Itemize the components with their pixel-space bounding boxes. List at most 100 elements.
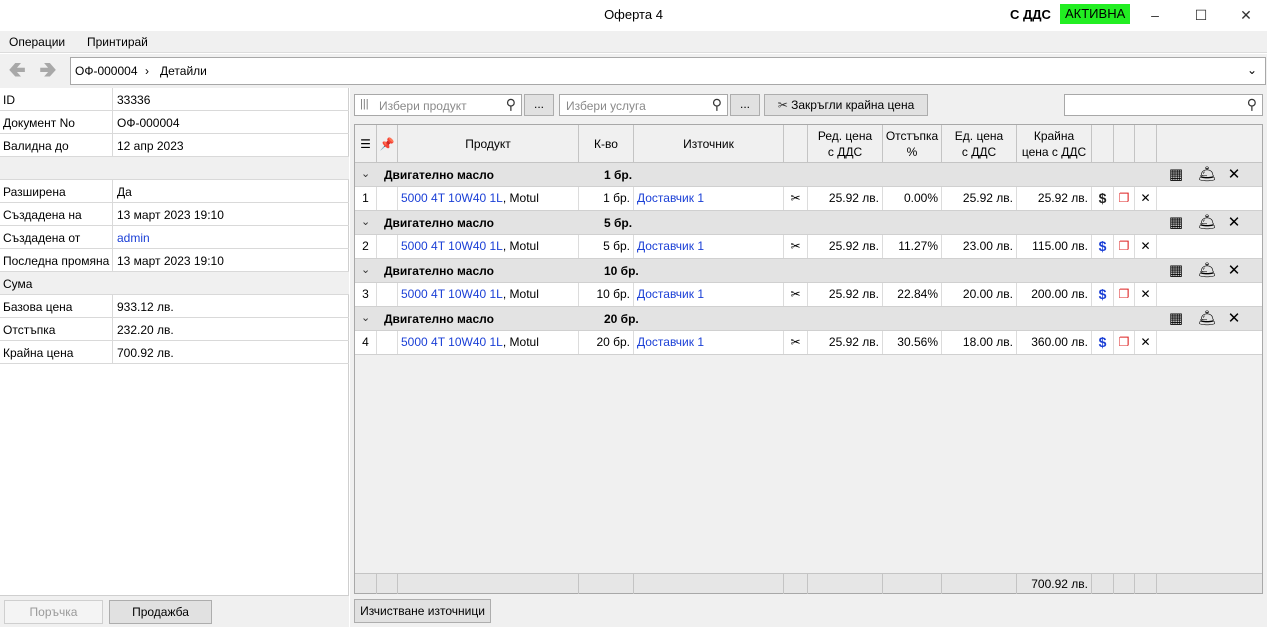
chevron-down-icon[interactable]: ⌄ <box>361 311 370 324</box>
unit-price-cell[interactable]: 23.00 лв. <box>942 235 1017 258</box>
dollar-icon[interactable]: $ <box>1092 331 1114 354</box>
final-price-cell[interactable]: 360.00 лв. <box>1017 331 1092 354</box>
chevron-down-icon[interactable]: ⌄ <box>361 263 370 276</box>
source-link[interactable]: Доставчик 1 <box>637 335 704 349</box>
sale-button[interactable]: Продажба <box>109 600 212 624</box>
col-action-2 <box>1114 125 1135 163</box>
chevron-down-icon[interactable]: ⌄ <box>361 215 370 228</box>
close-icon[interactable]: ✕ <box>1223 0 1267 30</box>
table-row[interactable]: 3 5000 4T 10W40 1L, Motul 10 бр. Доставч… <box>355 283 1262 307</box>
col-discount[interactable]: Отстъпка % <box>883 125 942 163</box>
grid-icon[interactable]: ▦ <box>1166 213 1186 233</box>
price-tag-icon[interactable]: ✂ <box>784 187 808 210</box>
service-bell-icon[interactable]: 🛎 <box>1197 213 1217 233</box>
footer-cell <box>883 574 942 594</box>
dollar-icon[interactable]: $ <box>1092 187 1114 210</box>
final-price-cell[interactable]: 25.92 лв. <box>1017 187 1092 210</box>
menu-operations[interactable]: Операции <box>9 35 65 49</box>
col-qty[interactable]: К-во <box>579 125 634 163</box>
col-source[interactable]: Източник <box>634 125 784 163</box>
service-bell-icon[interactable]: 🛎 <box>1197 165 1217 185</box>
product-link[interactable]: 5000 4T 10W40 1L <box>401 191 503 205</box>
search-icon[interactable]: ⚲ <box>506 96 516 113</box>
price-tag-icon[interactable]: ✂ <box>784 331 808 354</box>
copy-icon[interactable]: ❐ <box>1114 235 1135 258</box>
chevron-down-icon[interactable]: ⌄ <box>361 167 370 180</box>
search-icon[interactable]: ⚲ <box>1247 96 1257 113</box>
price-tag-icon[interactable]: ✂ <box>784 235 808 258</box>
breadcrumb[interactable]: ОФ-000004 › Детайли ⌄ <box>70 57 1266 85</box>
remove-icon[interactable]: ✕ <box>1135 283 1157 306</box>
unit-price-cell[interactable]: 25.92 лв. <box>942 187 1017 210</box>
maximize-icon[interactable]: ☐ <box>1178 0 1224 30</box>
discount-cell[interactable]: 11.27% <box>883 235 942 258</box>
grid-icon[interactable]: ▦ <box>1166 309 1186 329</box>
product-link[interactable]: 5000 4T 10W40 1L <box>401 287 503 301</box>
service-bell-icon[interactable]: 🛎 <box>1197 261 1217 281</box>
remove-icon[interactable]: ✕ <box>1224 213 1244 233</box>
copy-icon[interactable]: ❐ <box>1114 283 1135 306</box>
remove-icon[interactable]: ✕ <box>1135 187 1157 210</box>
col-unit-price[interactable]: Ед. цена с ДДС <box>942 125 1017 163</box>
service-picker[interactable]: Избери услуга ⚲ <box>559 94 728 116</box>
discount-cell[interactable]: 30.56% <box>883 331 942 354</box>
source-link[interactable]: Доставчик 1 <box>637 239 704 253</box>
product-picker[interactable]: ||| Избери продукт ⚲ <box>354 94 522 116</box>
grid-icon[interactable]: ▦ <box>1166 261 1186 281</box>
col-final-price[interactable]: Крайна цена с ДДС <box>1017 125 1092 163</box>
grid-icon[interactable]: ▦ <box>1166 165 1186 185</box>
final-price-cell[interactable]: 115.00 лв. <box>1017 235 1092 258</box>
table-row[interactable]: 4 5000 4T 10W40 1L, Motul 20 бр. Доставч… <box>355 331 1262 355</box>
minimize-icon[interactable]: – <box>1132 0 1178 30</box>
unit-price-cell[interactable]: 20.00 лв. <box>942 283 1017 306</box>
product-link[interactable]: 5000 4T 10W40 1L <box>401 335 503 349</box>
remove-icon[interactable]: ✕ <box>1224 261 1244 281</box>
product-browse-button[interactable]: ... <box>524 94 554 116</box>
final-price-cell[interactable]: 200.00 лв. <box>1017 283 1092 306</box>
forward-arrow-icon[interactable]: 🢂 <box>36 59 60 83</box>
qty-cell[interactable]: 10 бр. <box>579 283 634 306</box>
qty-cell[interactable]: 20 бр. <box>579 331 634 354</box>
remove-icon[interactable]: ✕ <box>1224 309 1244 329</box>
pin-icon[interactable]: 📌 <box>377 125 398 163</box>
discount-cell[interactable]: 0.00% <box>883 187 942 210</box>
copy-icon[interactable]: ❐ <box>1114 331 1135 354</box>
group-row[interactable]: ⌄ Двигателно масло 20 бр. ▦ 🛎 ✕ <box>355 307 1262 331</box>
dollar-icon[interactable]: $ <box>1092 235 1114 258</box>
group-row[interactable]: ⌄ Двигателно масло 10 бр. ▦ 🛎 ✕ <box>355 259 1262 283</box>
copy-icon[interactable]: ❐ <box>1114 187 1135 210</box>
grid-search-input[interactable]: ⚲ <box>1064 94 1263 116</box>
order-button[interactable]: Поръчка <box>4 600 103 624</box>
qty-cell[interactable]: 1 бр. <box>579 187 634 210</box>
chevron-down-icon[interactable]: ⌄ <box>1247 63 1257 77</box>
discount-cell[interactable]: 22.84% <box>883 283 942 306</box>
source-link[interactable]: Доставчик 1 <box>637 287 704 301</box>
col-row-price[interactable]: Ред. цена с ДДС <box>808 125 883 163</box>
dollar-icon[interactable]: $ <box>1092 283 1114 306</box>
search-icon[interactable]: ⚲ <box>712 96 722 113</box>
product-link[interactable]: 5000 4T 10W40 1L <box>401 239 503 253</box>
service-bell-icon[interactable]: 🛎 <box>1197 309 1217 329</box>
remove-icon[interactable]: ✕ <box>1135 331 1157 354</box>
table-row[interactable]: 1 5000 4T 10W40 1L, Motul 1 бр. Доставчи… <box>355 187 1262 211</box>
col-product[interactable]: Продукт <box>398 125 579 163</box>
table-row[interactable]: 2 5000 4T 10W40 1L, Motul 5 бр. Доставчи… <box>355 235 1262 259</box>
clear-sources-button[interactable]: Изчистване източници <box>354 599 491 623</box>
list-icon[interactable]: ☰ <box>355 125 377 163</box>
remove-icon[interactable]: ✕ <box>1224 165 1244 185</box>
round-final-price-button[interactable]: ✂ Закръгли крайна цена <box>764 94 928 116</box>
qty-cell[interactable]: 5 бр. <box>579 235 634 258</box>
group-row[interactable]: ⌄ Двигателно масло 1 бр. ▦ 🛎 ✕ <box>355 163 1262 187</box>
footer-cell <box>398 574 579 594</box>
back-arrow-icon[interactable]: 🢀 <box>5 59 29 83</box>
created-by-link[interactable]: admin <box>117 231 150 245</box>
price-tag-icon[interactable]: ✂ <box>784 283 808 306</box>
divider <box>112 249 113 271</box>
breadcrumb-document[interactable]: ОФ-000004 <box>75 64 138 78</box>
unit-price-cell[interactable]: 18.00 лв. <box>942 331 1017 354</box>
group-row[interactable]: ⌄ Двигателно масло 5 бр. ▦ 🛎 ✕ <box>355 211 1262 235</box>
remove-icon[interactable]: ✕ <box>1135 235 1157 258</box>
service-browse-button[interactable]: ... <box>730 94 760 116</box>
source-link[interactable]: Доставчик 1 <box>637 191 704 205</box>
menu-print[interactable]: Принтирай <box>87 35 148 49</box>
